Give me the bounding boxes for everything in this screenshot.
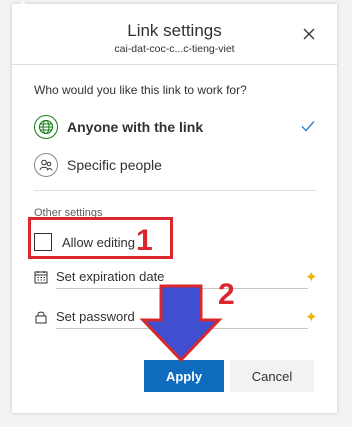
option-specific-label: Specific people — [67, 157, 162, 173]
calendar-icon — [34, 270, 48, 284]
option-anyone-with-link[interactable]: Anyone with the link — [34, 112, 324, 142]
checkmark-icon — [300, 118, 316, 134]
premium-sparkle-icon: ✦ — [305, 269, 318, 286]
dialog-header: Link settings cai-dat-coc-c...c-tieng-vi… — [12, 4, 337, 65]
people-icon — [34, 153, 58, 177]
expiration-date-label: Set expiration date — [56, 269, 165, 284]
audience-question: Who would you like this link to work for… — [34, 83, 247, 97]
dialog-subtitle: cai-dat-coc-c...c-tieng-viet — [114, 43, 235, 55]
cancel-button[interactable]: Cancel — [230, 360, 314, 392]
option-anyone-label: Anyone with the link — [67, 119, 204, 135]
globe-icon — [34, 115, 58, 139]
premium-sparkle-icon: ✦ — [305, 309, 318, 326]
close-icon[interactable] — [301, 26, 317, 42]
annotation-step-1: 1 — [136, 224, 153, 257]
lock-icon — [34, 310, 48, 324]
link-settings-dialog: Link settings cai-dat-coc-c...c-tieng-vi… — [12, 1, 337, 413]
apply-button[interactable]: Apply — [144, 360, 224, 392]
option-specific-people[interactable]: Specific people — [34, 150, 324, 180]
password-label: Set password — [56, 309, 135, 324]
dialog-title: Link settings — [127, 21, 222, 40]
annotation-arrow-icon — [139, 284, 223, 363]
section-divider — [34, 190, 316, 191]
